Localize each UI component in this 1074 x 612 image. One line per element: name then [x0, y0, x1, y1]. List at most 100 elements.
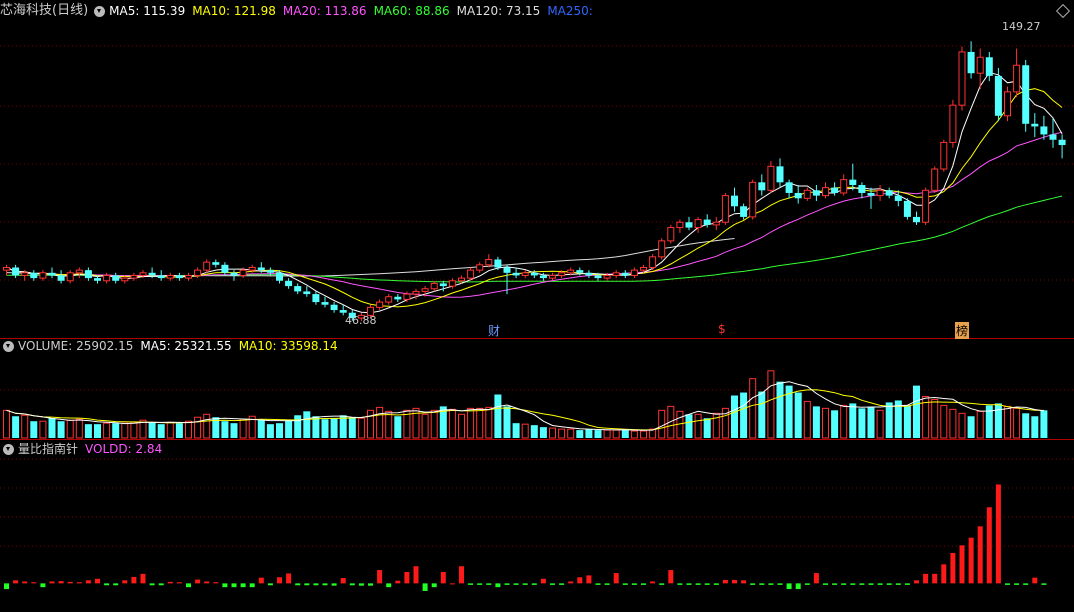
- voldd-bar: [868, 583, 874, 585]
- volume-bar: [594, 430, 602, 438]
- volume-bar: [503, 406, 511, 438]
- candle-body: [339, 310, 347, 313]
- voldd-bar: [459, 566, 464, 584]
- voldd-bar: [40, 583, 46, 588]
- candle-body: [667, 227, 675, 242]
- voldd-bar: [240, 583, 246, 588]
- candle-body: [139, 272, 147, 276]
- volume-bar: [458, 413, 465, 439]
- volume-bar: [585, 429, 593, 438]
- voldd-bar: [722, 579, 728, 584]
- volume-bar: [539, 427, 547, 438]
- candle-body: [185, 274, 192, 279]
- ma120-value: MA120: 73.15: [456, 4, 541, 18]
- volume-bar: [30, 421, 38, 438]
- voldd-bar: [76, 582, 82, 584]
- candle-body: [166, 274, 174, 279]
- voldd-bar: [568, 581, 574, 584]
- volume-bar: [603, 429, 611, 439]
- voldd-bar: [4, 583, 9, 590]
- volume-bar: [276, 423, 283, 438]
- voldd-bar: [622, 583, 628, 585]
- chevron-down-icon[interactable]: [3, 443, 14, 455]
- low-price-label: 46.88: [345, 314, 377, 327]
- voldd-bar: [495, 583, 501, 588]
- volume-bar: [567, 428, 575, 439]
- voldd-bar: [422, 583, 428, 591]
- ma60-line: [6, 195, 1063, 283]
- candle-body: [721, 195, 729, 223]
- finance-marker[interactable]: 财: [488, 322, 500, 339]
- volume-bar: [39, 420, 47, 439]
- voldd-bar: [386, 583, 392, 588]
- stock-title: 芯海科技(日线): [0, 3, 89, 18]
- candle-body: [448, 280, 456, 287]
- volume-bar: [130, 421, 138, 439]
- volume-legend: VOLUME: 25902.15 MA5: 25321.55 MA10: 335…: [0, 337, 345, 355]
- voldd-bar: [641, 583, 646, 585]
- volume-bar: [1040, 410, 1048, 438]
- voldd-bar: [322, 583, 328, 586]
- candle-body: [731, 195, 738, 207]
- voldd-bar: [686, 583, 692, 585]
- voldd-bar: [67, 581, 73, 584]
- candle-body: [57, 275, 65, 281]
- volume-bar: [194, 416, 202, 439]
- dollar-marker[interactable]: $: [718, 322, 726, 336]
- volume-bar: [94, 424, 101, 438]
- voldd-bar: [522, 583, 528, 585]
- ranking-marker[interactable]: 榜: [955, 322, 970, 339]
- voldd-bar: [841, 583, 847, 585]
- voldd-bar: [904, 583, 910, 585]
- voldd-bar: [131, 576, 137, 584]
- voldd-bar: [713, 583, 719, 585]
- voldd-bar: [914, 580, 919, 584]
- candle-body: [276, 272, 283, 281]
- voldd-bar: [777, 583, 783, 585]
- candle-body: [567, 269, 575, 274]
- voldd-bar: [823, 583, 828, 585]
- candle-body: [257, 267, 265, 271]
- candle-body: [458, 277, 465, 282]
- volume-bar: [367, 409, 374, 439]
- voldd-bar: [732, 579, 737, 584]
- candle-body: [822, 187, 829, 197]
- candle-body: [3, 266, 10, 271]
- ma5-value: MA5: 115.39: [109, 4, 186, 18]
- volume-bar: [394, 416, 402, 438]
- candle-body: [867, 192, 875, 196]
- candle-body: [740, 206, 748, 217]
- voldd-bar: [550, 583, 555, 585]
- chevron-down-icon[interactable]: [3, 340, 14, 352]
- volume-bar: [976, 410, 984, 439]
- volume-bar: [940, 404, 948, 439]
- candle-body: [676, 221, 684, 229]
- voldd-bar: [1032, 577, 1038, 584]
- voldd-bar: [195, 579, 201, 584]
- candle-body: [84, 270, 92, 279]
- volume-bar: [57, 421, 65, 438]
- candle-body: [21, 272, 29, 276]
- volume-bar: [266, 424, 274, 438]
- candle-body: [876, 189, 884, 197]
- candle-body: [194, 269, 202, 276]
- candle-body: [840, 179, 848, 194]
- candle-body: [549, 274, 556, 279]
- volume-bar: [530, 425, 538, 438]
- candle-body: [940, 141, 948, 170]
- voldd-bar: [804, 583, 810, 585]
- voldd-bar: [741, 580, 747, 584]
- candle-body: [430, 282, 438, 290]
- candle-body: [476, 264, 484, 271]
- candle-body: [121, 277, 129, 282]
- chevron-down-icon[interactable]: [94, 5, 106, 17]
- candle-body: [985, 57, 993, 76]
- candle-body: [812, 190, 820, 196]
- volume-bar: [175, 423, 183, 438]
- volume-bar: [703, 418, 711, 438]
- candle-body: [703, 219, 711, 225]
- candle-body: [530, 272, 538, 276]
- candle-body: [512, 272, 520, 276]
- voldd-bar: [613, 573, 619, 584]
- voldd-bar: [759, 583, 765, 585]
